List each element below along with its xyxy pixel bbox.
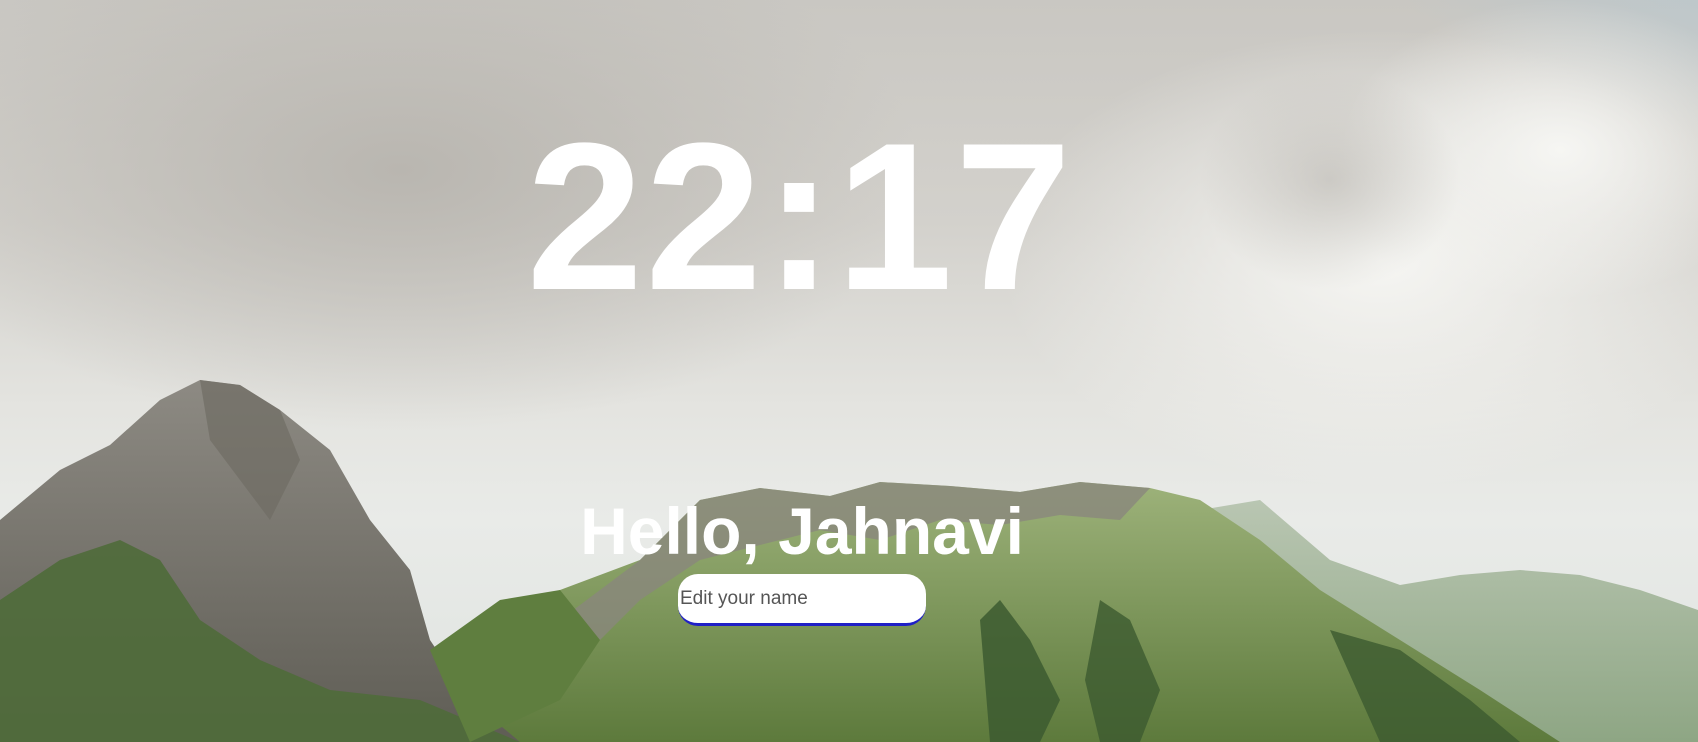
name-input[interactable]	[678, 574, 926, 626]
clock-time: 22:17	[526, 99, 1074, 334]
greeting-text: Hello, Jahnavi	[580, 494, 1024, 568]
